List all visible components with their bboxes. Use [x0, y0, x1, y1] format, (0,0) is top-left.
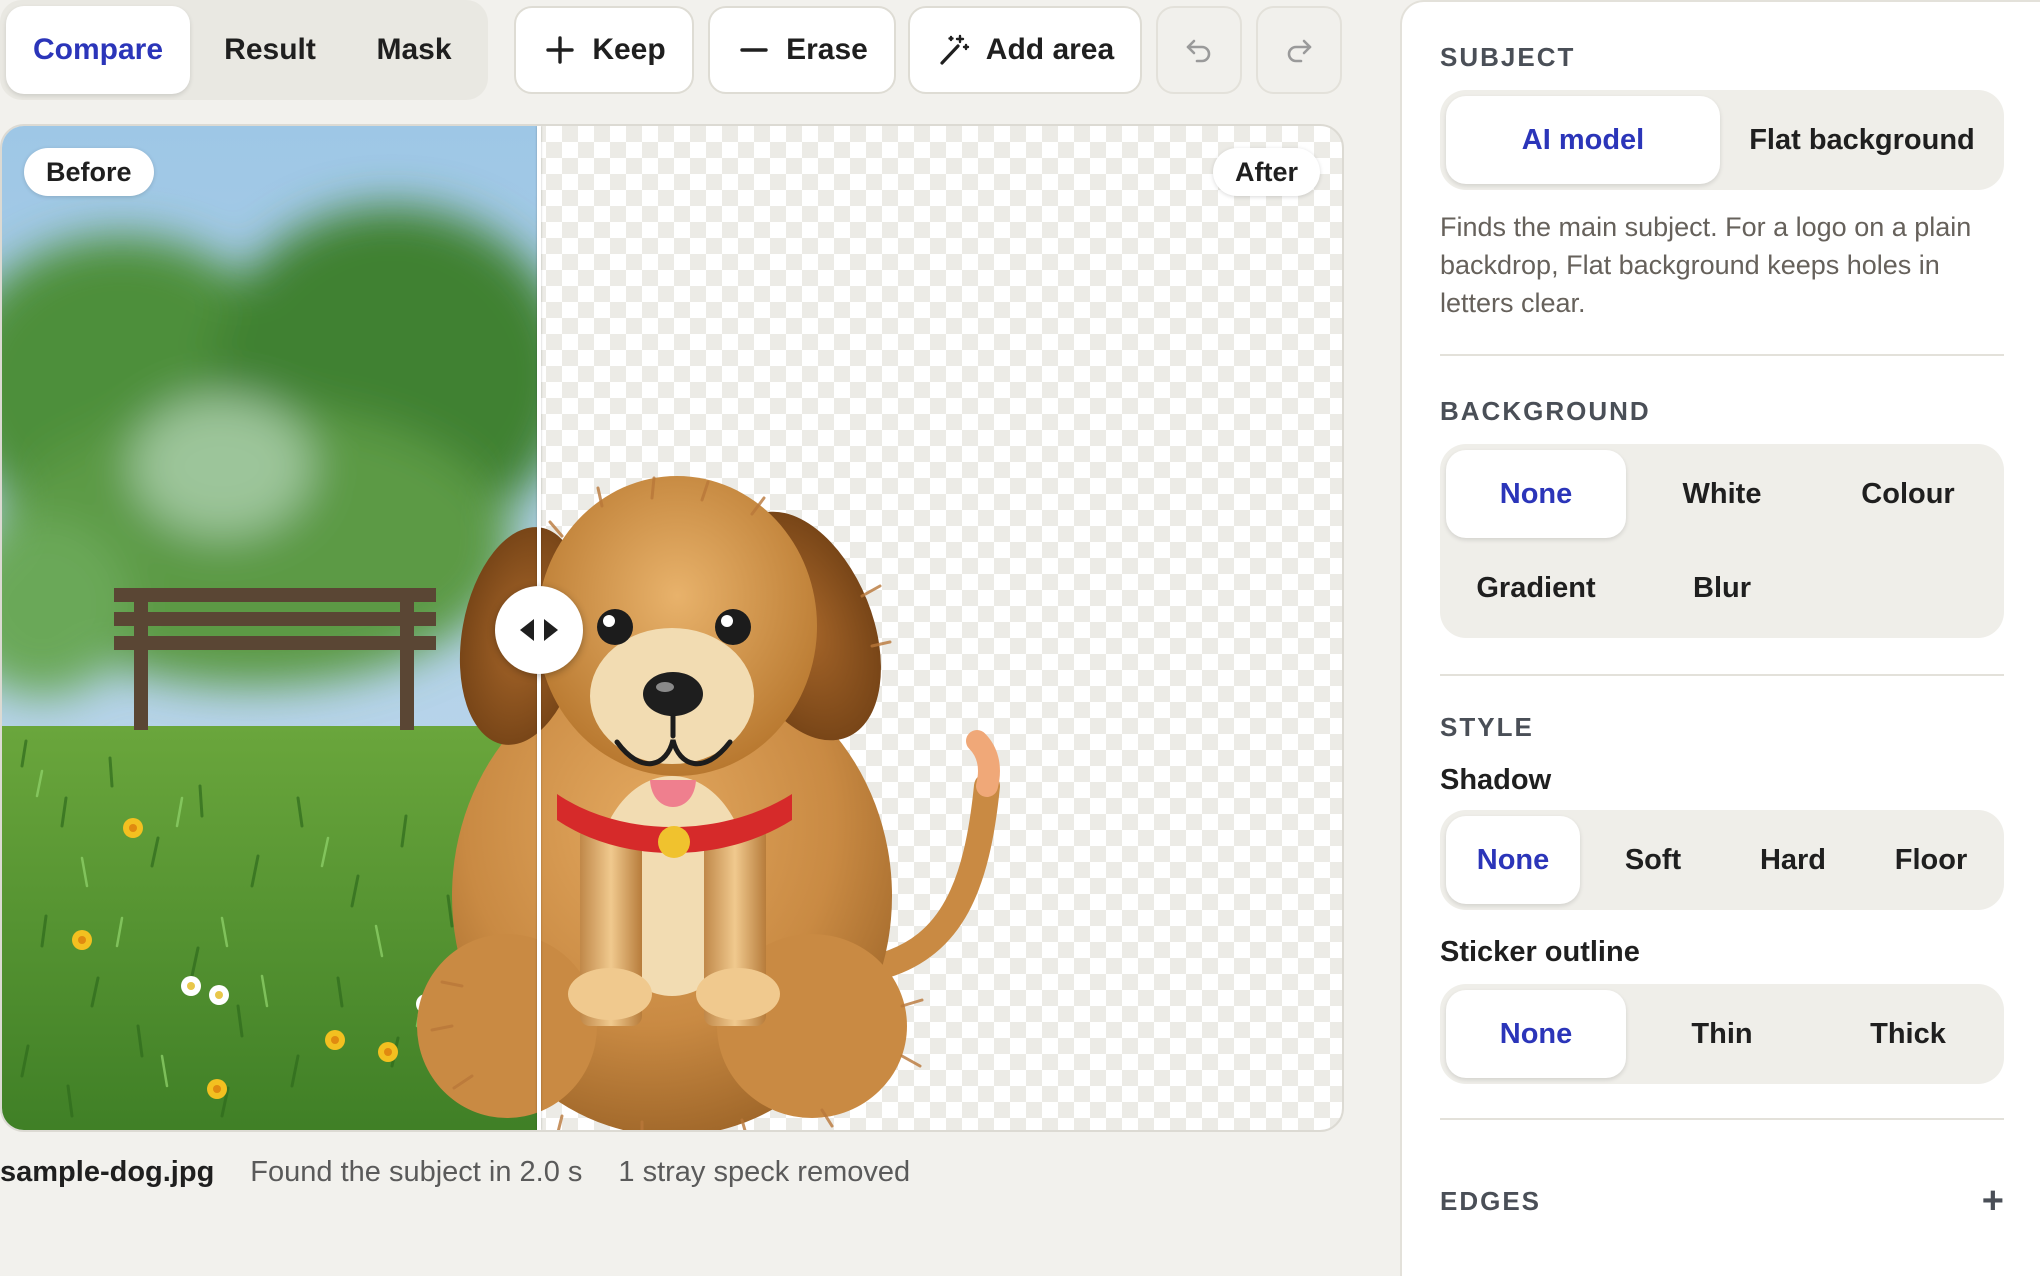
- erase-button[interactable]: Erase: [708, 6, 896, 94]
- compare-slider-handle[interactable]: [495, 586, 583, 674]
- tab-result[interactable]: Result: [200, 6, 340, 94]
- redo-icon: [1287, 39, 1312, 63]
- magic-wand-icon: [940, 34, 969, 65]
- outline-option-thick[interactable]: Thick: [1818, 990, 1998, 1078]
- compare-canvas[interactable]: Before After: [0, 124, 1344, 1132]
- shadow-option-floor[interactable]: Floor: [1864, 816, 1998, 904]
- background-option-white[interactable]: White: [1632, 450, 1812, 538]
- shadow-options: None Soft Hard Floor: [1440, 810, 2004, 910]
- redo-button[interactable]: [1256, 6, 1342, 94]
- shadow-option-soft[interactable]: Soft: [1586, 816, 1720, 904]
- plus-icon: [546, 36, 575, 64]
- drag-arrows-icon: [520, 619, 558, 641]
- settings-panel: SUBJECT AI model Flat background Finds t…: [1400, 0, 2040, 1276]
- tab-mask[interactable]: Mask: [344, 6, 484, 94]
- edges-section-title: EDGES: [1440, 1186, 1542, 1216]
- subject-mode-switch: AI model Flat background: [1440, 90, 2004, 190]
- shadow-label: Shadow: [1440, 764, 1552, 796]
- before-label: Before: [24, 148, 154, 196]
- plus-icon[interactable]: +: [1982, 1182, 2004, 1220]
- background-option-colour[interactable]: Colour: [1818, 450, 1998, 538]
- preview-image: [2, 126, 1000, 1130]
- view-mode-switch: Compare Result Mask: [0, 0, 488, 100]
- sticker-outline-options: None Thin Thick: [1440, 984, 2004, 1084]
- subject-option-ai-model[interactable]: AI model: [1446, 96, 1720, 184]
- add-area-button[interactable]: Add area: [908, 6, 1142, 94]
- divider: [1440, 354, 2004, 356]
- subject-section-title: SUBJECT: [1440, 42, 1576, 72]
- shadow-option-hard[interactable]: Hard: [1726, 816, 1860, 904]
- subject-help-text: Finds the main subject. For a logo on a …: [1440, 212, 1972, 318]
- divider: [1440, 1118, 2004, 1120]
- outline-option-thin[interactable]: Thin: [1632, 990, 1812, 1078]
- background-option-blur[interactable]: Blur: [1632, 544, 1812, 632]
- undo-icon: [1186, 39, 1211, 63]
- after-label: After: [1212, 148, 1320, 196]
- file-name: sample-dog.jpg: [0, 1155, 215, 1188]
- background-section-title: BACKGROUND: [1440, 396, 1651, 426]
- keep-button[interactable]: Keep: [514, 6, 694, 94]
- divider: [1440, 674, 2004, 676]
- outline-option-none[interactable]: None: [1446, 990, 1626, 1078]
- background-options: None White Colour Gradient Blur: [1440, 444, 2004, 638]
- minus-icon: [740, 48, 768, 52]
- shadow-option-none[interactable]: None: [1446, 816, 1580, 904]
- subject-option-flat-background[interactable]: Flat background: [1726, 96, 1998, 184]
- status-message: Found the subject in 2.0 s: [250, 1155, 583, 1188]
- style-section-title: STYLE: [1440, 712, 1534, 742]
- tab-compare[interactable]: Compare: [6, 6, 190, 94]
- background-option-gradient[interactable]: Gradient: [1446, 544, 1626, 632]
- status-bar: sample-dog.jpg Found the subject in 2.0 …: [0, 1150, 946, 1194]
- keep-button-label: Keep: [592, 33, 666, 66]
- dog-subject: [417, 476, 1000, 1130]
- undo-button[interactable]: [1156, 6, 1242, 94]
- background-option-none[interactable]: None: [1446, 450, 1626, 538]
- sticker-outline-label: Sticker outline: [1440, 936, 1640, 968]
- erase-button-label: Erase: [786, 33, 868, 66]
- add-area-button-label: Add area: [985, 33, 1115, 66]
- status-extra: 1 stray speck removed: [618, 1155, 911, 1188]
